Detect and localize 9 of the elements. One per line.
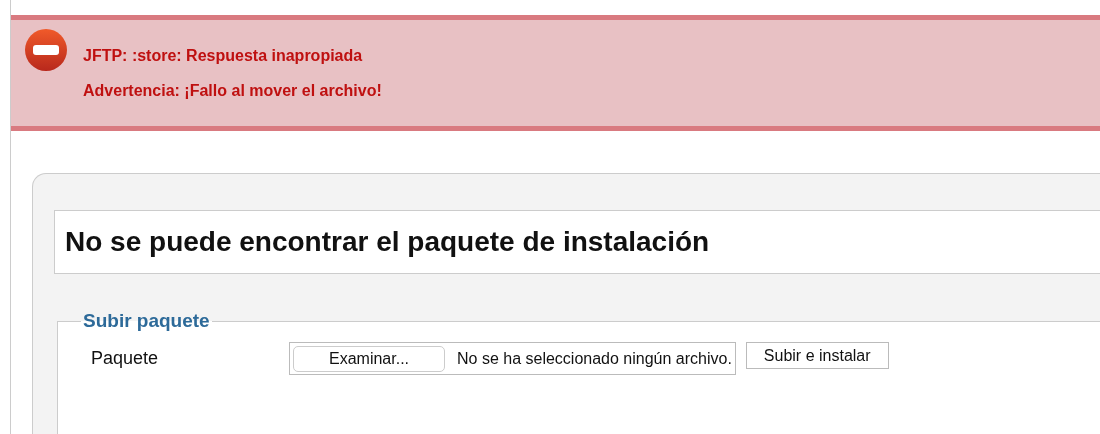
upload-install-button[interactable]: Subir e instalar [745,342,889,369]
field-label: Paquete [91,348,160,369]
page-heading: No se puede encontrar el paquete de instalación [65,226,710,258]
alert-message: Advertencia: ¡Fallo al mover el archivo! [83,81,382,101]
browse-button[interactable]: Examinar... [293,345,445,372]
fieldset-legend: Subir paquete [81,310,212,332]
stop-icon [24,28,68,72]
file-status: No se ha seleccionado ningún archivo. [457,349,732,368]
alert-message: JFTP: :store: Respuesta inapropiada [83,46,364,66]
